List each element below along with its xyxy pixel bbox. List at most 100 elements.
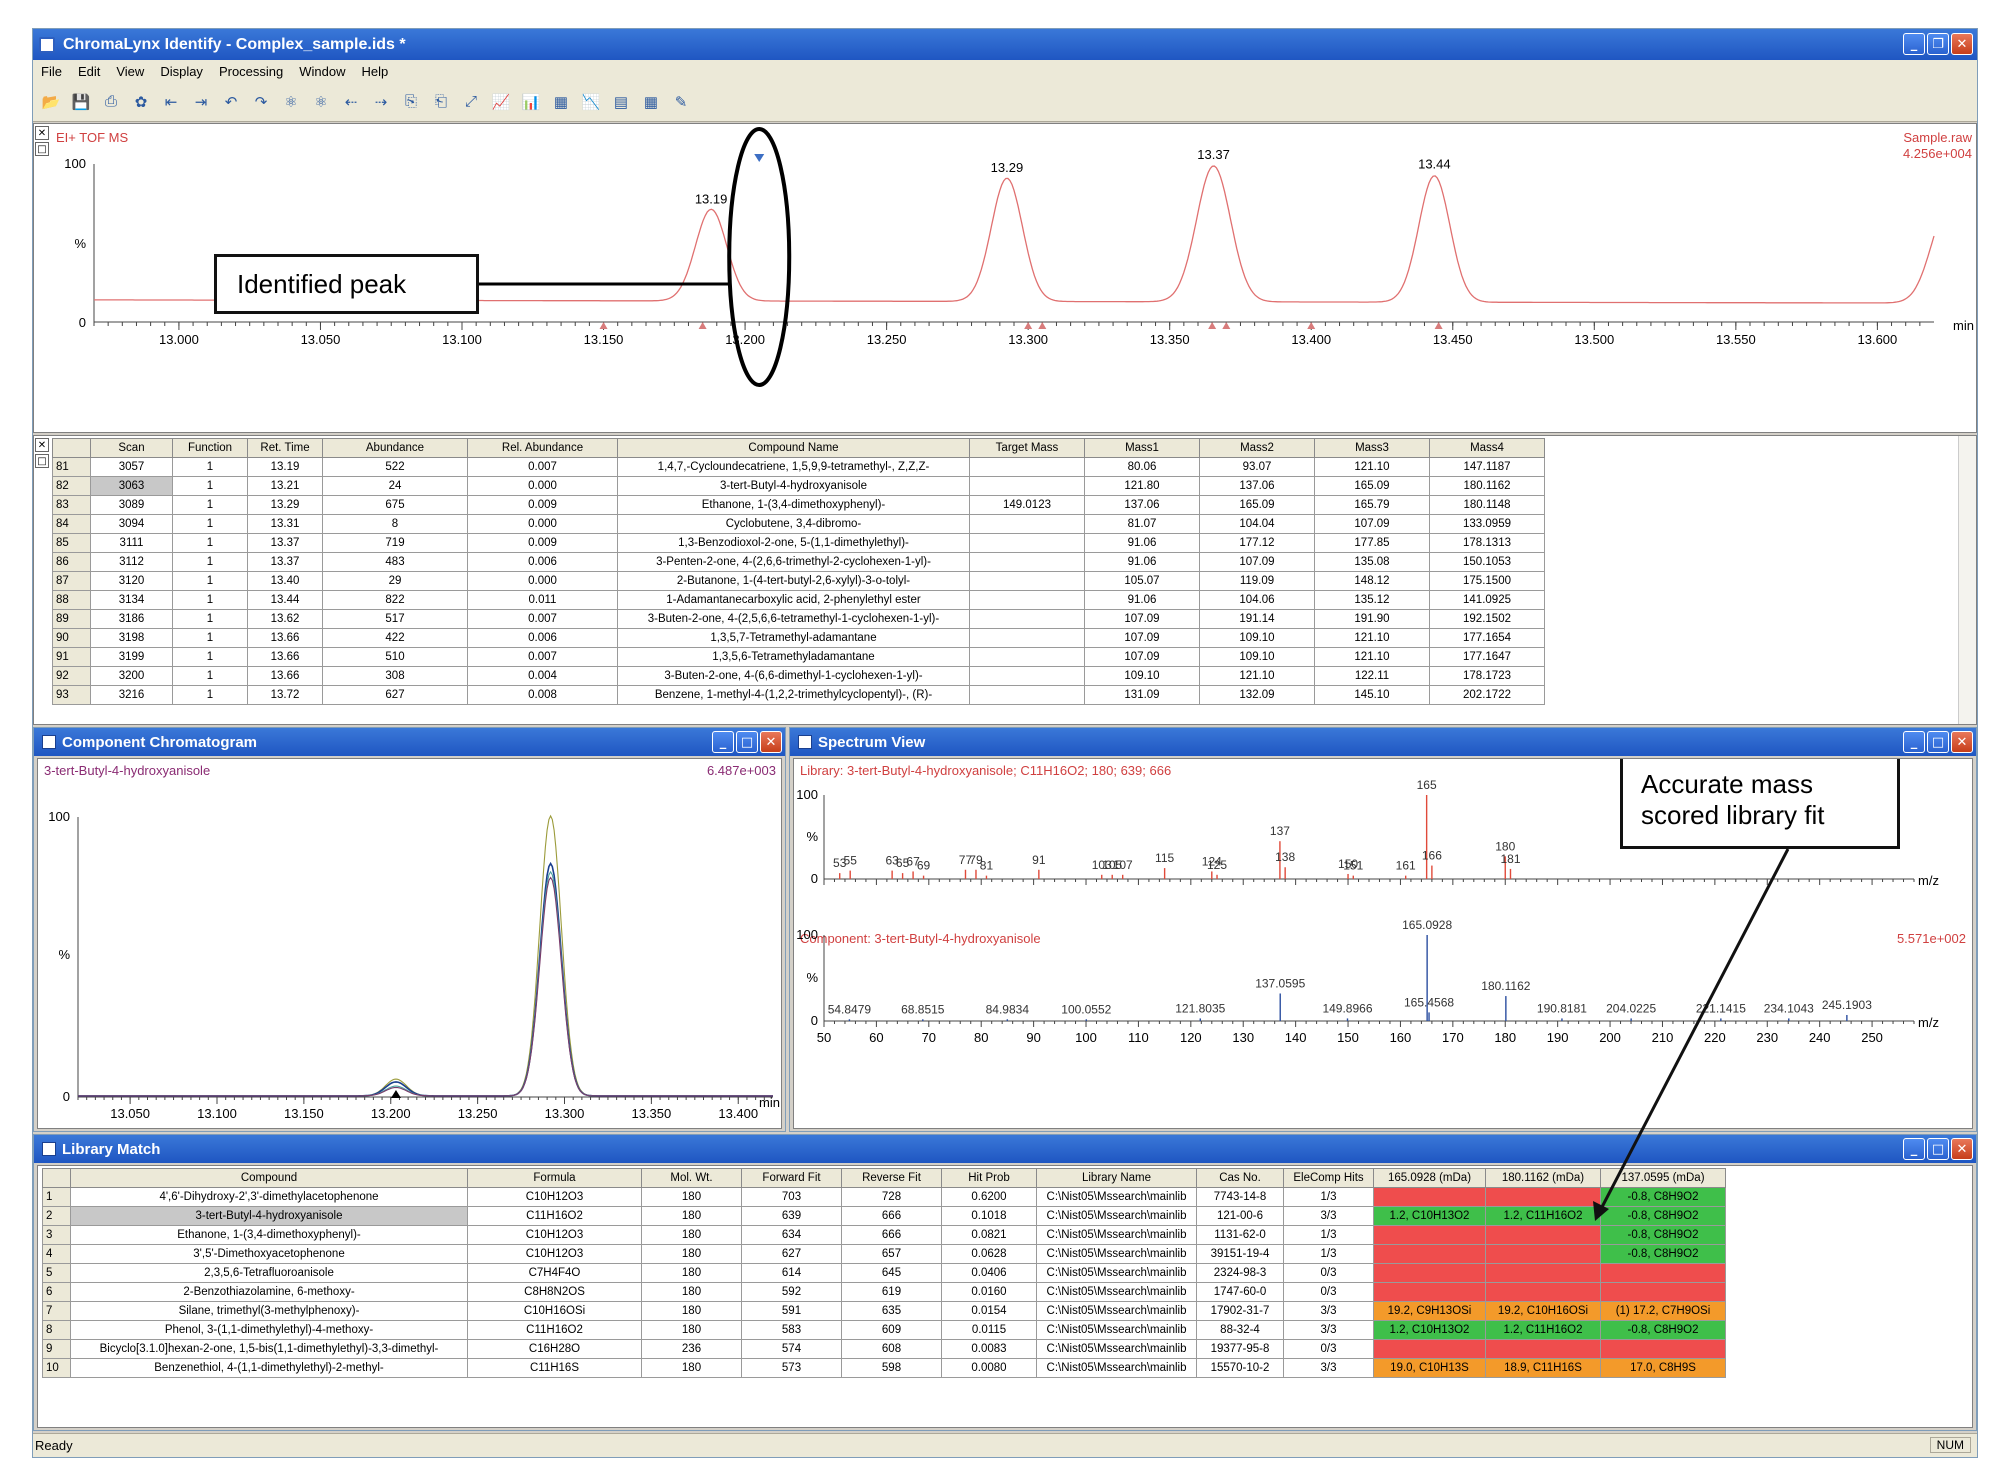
peak-table-cell[interactable]: 121.80: [1084, 476, 1200, 496]
mass-error-cell[interactable]: 19.2, C10H16OSi: [1485, 1301, 1601, 1321]
library-table-header[interactable]: [42, 1168, 71, 1188]
library-table-cell[interactable]: 573: [741, 1358, 842, 1378]
library-table-cell[interactable]: 2,3,5,6-Tetrafluoroanisole: [70, 1263, 468, 1283]
peak-table-cell[interactable]: 0.008: [467, 685, 618, 705]
peak-table-header[interactable]: [52, 438, 91, 458]
library-table-row[interactable]: 8 Phenol, 3-(1,1-dimethylethyl)-4-methoxy…: [42, 1320, 1726, 1340]
library-table-cell[interactable]: 1747-60-0: [1196, 1282, 1284, 1302]
library-table-cell[interactable]: C11H16O2: [467, 1320, 642, 1340]
peak-table-cell[interactable]: 1: [172, 647, 248, 667]
library-table-cell[interactable]: 3/3: [1283, 1320, 1374, 1340]
mass-error-cell[interactable]: -0.8, C8H9O2: [1600, 1206, 1726, 1226]
spectrum-view-icon[interactable]: 📊: [519, 90, 543, 114]
peak-table-cell[interactable]: 1,4,7,-Cycloundecatriene, 1,5,9,9-tetram…: [617, 457, 970, 477]
peak-table-cell[interactable]: 109.10: [1084, 666, 1200, 686]
peak-table-cell[interactable]: 8: [322, 514, 468, 534]
library-table-header[interactable]: Mol. Wt.: [641, 1168, 742, 1188]
peak-table-row[interactable]: 83 3089 1 13.29 675 0.009 Ethanone, 1-(3,4-dim…: [52, 495, 1545, 515]
row-number[interactable]: 84: [52, 514, 91, 534]
peak-table-cell[interactable]: Benzene, 1-methyl-4-(1,2,2-trimethylcycl…: [617, 685, 970, 705]
library-table-cell[interactable]: 592: [741, 1282, 842, 1302]
row-number[interactable]: 90: [52, 628, 91, 648]
library-table-cell[interactable]: 666: [841, 1206, 942, 1226]
mass-error-cell[interactable]: [1373, 1339, 1486, 1359]
peak-table-cell[interactable]: 3-Buten-2-one, 4-(2,5,6,6-tetramethyl-1-…: [617, 609, 970, 629]
peak-table-cell[interactable]: 109.10: [1199, 647, 1315, 667]
peak-table-cell[interactable]: 135.12: [1314, 590, 1430, 610]
row-number[interactable]: 82: [52, 476, 91, 496]
peak-table-cell[interactable]: 104.04: [1199, 514, 1315, 534]
peak-table-cell[interactable]: 177.1654: [1429, 628, 1545, 648]
peak-table-cell[interactable]: 13.40: [247, 571, 323, 591]
peak-table-header[interactable]: Abundance: [322, 438, 468, 458]
report-icon[interactable]: ✎: [669, 90, 693, 114]
library-maximize-button[interactable]: □: [1927, 1138, 1949, 1160]
library-table-cell[interactable]: 634: [741, 1225, 842, 1245]
library-table-cell[interactable]: 3/3: [1283, 1206, 1374, 1226]
peak-table-cell[interactable]: 0.000: [467, 476, 618, 496]
row-number[interactable]: 5: [42, 1263, 71, 1283]
peak-table-cell[interactable]: 1: [172, 666, 248, 686]
peak-table-cell[interactable]: 1-Adamantanecarboxylic acid, 2-phenyleth…: [617, 590, 970, 610]
library-table-cell[interactable]: 666: [841, 1225, 942, 1245]
library-table-cell[interactable]: C:\Nist05\Mssearch\mainlib: [1036, 1358, 1197, 1378]
peak-table-row[interactable]: 81 3057 1 13.19 522 0.007 1,4,7,-Cycloundecatr…: [52, 457, 1545, 477]
peak-table-cell[interactable]: 1: [172, 514, 248, 534]
peak-table-cell[interactable]: 3063: [90, 476, 173, 496]
peak-table-cell[interactable]: 107.09: [1199, 552, 1315, 572]
peak-table-cell[interactable]: [969, 628, 1085, 648]
peak-table-header[interactable]: Ret. Time: [247, 438, 323, 458]
library-table-cell[interactable]: 598: [841, 1358, 942, 1378]
mass-error-cell[interactable]: 19.2, C9H13OSi: [1373, 1301, 1486, 1321]
library-table-cell[interactable]: 1131-62-0: [1196, 1225, 1284, 1245]
peak-table-cell[interactable]: 91.06: [1084, 533, 1200, 553]
mass-error-cell[interactable]: (1) 17.2, C7H9OSi: [1600, 1301, 1726, 1321]
row-number[interactable]: 86: [52, 552, 91, 572]
menu-help[interactable]: Help: [362, 64, 389, 79]
library-table-cell[interactable]: 19377-95-8: [1196, 1339, 1284, 1359]
peak-table-cell[interactable]: 148.12: [1314, 571, 1430, 591]
library-table-cell[interactable]: C:\Nist05\Mssearch\mainlib: [1036, 1320, 1197, 1340]
open-icon[interactable]: 📂: [39, 90, 63, 114]
library-table-cell[interactable]: C7H4F4O: [467, 1263, 642, 1283]
peak-table-cell[interactable]: 3-tert-Butyl-4-hydroxyanisole: [617, 476, 970, 496]
library-table-header[interactable]: Compound: [70, 1168, 468, 1188]
library-table-cell[interactable]: 17902-31-7: [1196, 1301, 1284, 1321]
peak-table-cell[interactable]: 192.1502: [1429, 609, 1545, 629]
peak-table-cell[interactable]: Ethanone, 1-(3,4-dimethoxyphenyl)-: [617, 495, 970, 515]
peak-table-cell[interactable]: 13.37: [247, 533, 323, 553]
mass-error-cell[interactable]: 17.0, C8H9S: [1600, 1358, 1726, 1378]
peak-table-cell[interactable]: 3112: [90, 552, 173, 572]
peak-table-cell[interactable]: 422: [322, 628, 468, 648]
library-table-cell[interactable]: 0/3: [1283, 1263, 1374, 1283]
peak-table-cell[interactable]: 121.10: [1199, 666, 1315, 686]
peak-table-cell[interactable]: 3200: [90, 666, 173, 686]
library-table-cell[interactable]: 3/3: [1283, 1358, 1374, 1378]
library-table-cell[interactable]: 0.0115: [941, 1320, 1037, 1340]
peak-table-cell[interactable]: 3199: [90, 647, 173, 667]
mass-error-cell[interactable]: [1373, 1282, 1486, 1302]
peak-table-row[interactable]: 90 3198 1 13.66 422 0.006 1,3,5,7-Tetramethyl-…: [52, 628, 1545, 648]
peak-table-header[interactable]: Mass3: [1314, 438, 1430, 458]
library-table-header[interactable]: Library Name: [1036, 1168, 1197, 1188]
row-number[interactable]: 2: [42, 1206, 71, 1226]
library-table-cell[interactable]: 0.0628: [941, 1244, 1037, 1264]
paste-icon[interactable]: ⎗: [429, 90, 453, 114]
peak-table-cell[interactable]: 91.06: [1084, 552, 1200, 572]
peak-table-cell[interactable]: 1: [172, 476, 248, 496]
menu-window[interactable]: Window: [299, 64, 345, 79]
peak-table-cell[interactable]: 0.009: [467, 495, 618, 515]
spectrum-maximize-button[interactable]: □: [1927, 731, 1949, 753]
peak-table-cell[interactable]: 147.1187: [1429, 457, 1545, 477]
menu-file[interactable]: File: [41, 64, 62, 79]
library-table-cell[interactable]: Benzenethiol, 4-(1,1-dimethylethyl)-2-me…: [70, 1358, 468, 1378]
peak-table-cell[interactable]: 3120: [90, 571, 173, 591]
peak-table-cell[interactable]: 13.72: [247, 685, 323, 705]
library-table-cell[interactable]: C10H16OSi: [467, 1301, 642, 1321]
peak-table-scrollbar[interactable]: [1958, 436, 1976, 724]
pin-table-icon[interactable]: □: [35, 454, 49, 468]
mass-error-cell[interactable]: 1.2, C11H16O2: [1485, 1206, 1601, 1226]
library-table-row[interactable]: 3 Ethanone, 1-(3,4-dimethoxyphenyl)- C10H1…: [42, 1225, 1726, 1245]
mass-error-cell[interactable]: 1.2, C10H13O2: [1373, 1320, 1486, 1340]
peak-table-cell[interactable]: 145.10: [1314, 685, 1430, 705]
